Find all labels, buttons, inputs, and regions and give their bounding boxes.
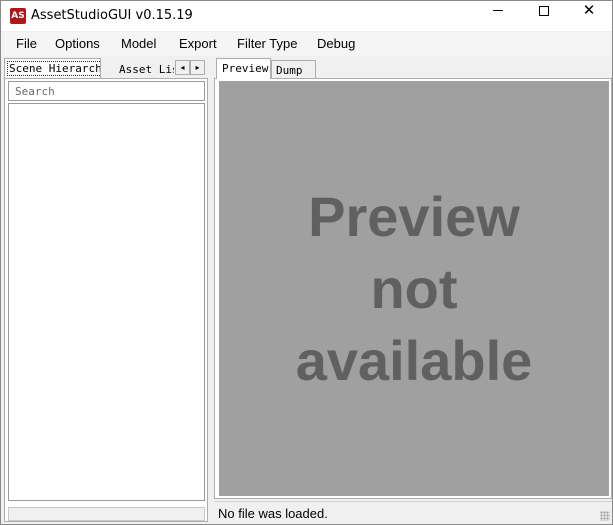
right-panel: Preview Dump Preview not available <box>214 57 612 499</box>
menu-options[interactable]: Options <box>55 36 100 51</box>
tab-dump[interactable]: Dump <box>271 60 316 79</box>
left-status-strip <box>8 507 205 521</box>
maximize-button[interactable] <box>521 1 567 31</box>
maximize-icon <box>539 5 549 16</box>
preview-area[interactable]: Preview not available <box>219 81 609 496</box>
preview-message-line: available <box>295 329 533 392</box>
search-input[interactable] <box>8 81 205 101</box>
left-panel: Scene Hierarchy Asset List ◂ ▸ <box>4 57 210 522</box>
preview-message-line: Preview <box>308 185 520 248</box>
resize-grip-icon[interactable] <box>600 511 610 521</box>
tab-scroll-right-button[interactable]: ▸ <box>190 60 205 75</box>
preview-pane: Preview not available <box>214 78 612 499</box>
menu-debug[interactable]: Debug <box>317 36 355 51</box>
menu-bar: File Options Model Export Filter Type De… <box>1 32 612 56</box>
close-button[interactable]: ✕ <box>566 1 612 31</box>
menu-export[interactable]: Export <box>179 36 217 51</box>
tab-asset-list[interactable]: Asset List <box>104 60 174 78</box>
minimize-button[interactable] <box>475 1 521 31</box>
preview-message-line: not <box>370 257 458 320</box>
window-title: AssetStudioGUI v0.15.19 <box>31 8 193 23</box>
scene-tree-view[interactable] <box>8 103 205 501</box>
title-bar[interactable]: AS AssetStudioGUI v0.15.19 ✕ <box>1 1 612 31</box>
tab-scene-hierarchy-label: Scene Hierarchy <box>7 61 100 76</box>
scene-hierarchy-pane <box>4 78 208 522</box>
close-icon: ✕ <box>582 1 596 19</box>
minimize-icon <box>493 10 503 11</box>
tab-scroll-left-button[interactable]: ◂ <box>175 60 190 75</box>
status-bar: No file was loaded. <box>214 501 612 523</box>
menu-filter-type[interactable]: Filter Type <box>237 36 297 51</box>
preview-not-available-message: Preview not available <box>219 181 609 397</box>
menu-model[interactable]: Model <box>121 36 156 51</box>
menu-file[interactable]: File <box>16 36 37 51</box>
tab-preview[interactable]: Preview <box>216 58 271 79</box>
arrow-left-icon: ◂ <box>180 63 185 72</box>
status-text: No file was loaded. <box>218 506 328 521</box>
arrow-right-icon: ▸ <box>195 63 200 72</box>
tab-scene-hierarchy[interactable]: Scene Hierarchy <box>4 58 101 78</box>
app-logo-icon: AS <box>10 8 26 24</box>
app-window: AS AssetStudioGUI v0.15.19 ✕ File Option… <box>0 0 613 525</box>
tab-dump-label: Dump <box>276 64 303 77</box>
tab-preview-label: Preview <box>222 62 269 75</box>
tab-asset-list-label: Asset List <box>119 63 174 76</box>
left-tab-strip: Scene Hierarchy Asset List ◂ ▸ <box>4 57 210 79</box>
